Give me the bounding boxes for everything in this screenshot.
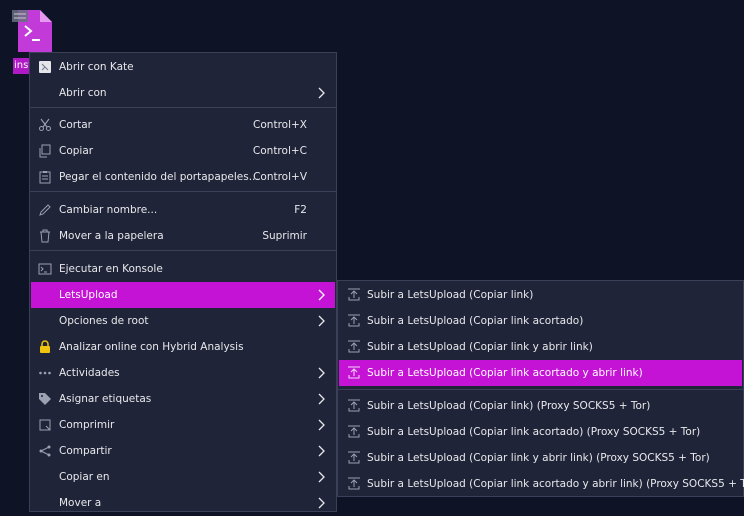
menu-item-open-with-kate[interactable]: Abrir con Kate [31, 54, 335, 80]
context-menu: Abrir con Kate Abrir con Cortar Control+… [29, 52, 337, 512]
chevron-right-icon [318, 419, 325, 431]
tag-icon [37, 391, 53, 407]
kate-icon [37, 59, 53, 75]
chevron-right-icon [318, 87, 325, 99]
menu-item-compress[interactable]: Comprimir [31, 412, 335, 438]
trash-icon [37, 228, 53, 244]
chevron-right-icon [318, 471, 325, 483]
upload-icon [346, 450, 362, 466]
submenu-item-upload-copy-short-link-tor[interactable]: Subir a LetsUpload (Copiar link acortado… [339, 419, 742, 445]
menu-item-paste[interactable]: Pegar el contenido del portapapeles... C… [31, 164, 335, 190]
chevron-right-icon [318, 445, 325, 457]
menu-item-root-options[interactable]: Opciones de root [31, 308, 335, 334]
chevron-right-icon [318, 367, 325, 379]
menu-item-rename[interactable]: Cambiar nombre... F2 [31, 197, 335, 223]
menu-item-move-to-trash[interactable]: Mover a la papelera Suprimir [31, 223, 335, 249]
separator [30, 107, 336, 108]
scissors-icon [37, 117, 53, 133]
menu-item-letsupload[interactable]: LetsUpload [31, 282, 335, 308]
terminal-icon [37, 261, 53, 277]
copy-icon [37, 143, 53, 159]
submenu-item-upload-copy-link[interactable]: Subir a LetsUpload (Copiar link) [339, 282, 742, 308]
menu-item-copy[interactable]: Copiar Control+C [31, 138, 335, 164]
menu-item-cut[interactable]: Cortar Control+X [31, 112, 335, 138]
menu-item-move-to[interactable]: Mover a [31, 490, 335, 516]
chevron-right-icon [318, 315, 325, 327]
upload-icon [346, 398, 362, 414]
menu-item-share[interactable]: Compartir [31, 438, 335, 464]
submenu-item-upload-copy-link-tor[interactable]: Subir a LetsUpload (Copiar link) (Proxy … [339, 393, 742, 419]
share-icon [37, 443, 53, 459]
menu-item-open-with[interactable]: Abrir con [31, 80, 335, 106]
separator [338, 389, 743, 390]
submenu-item-upload-copy-short-open-link[interactable]: Subir a LetsUpload (Copiar link acortado… [339, 360, 742, 386]
upload-icon [346, 476, 362, 492]
compress-icon [37, 417, 53, 433]
upload-icon [346, 287, 362, 303]
menu-item-assign-tags[interactable]: Asignar etiquetas [31, 386, 335, 412]
upload-icon [346, 424, 362, 440]
separator [30, 191, 336, 192]
submenu-item-upload-copy-open-link[interactable]: Subir a LetsUpload (Copiar link y abrir … [339, 334, 742, 360]
chevron-right-icon [318, 289, 325, 301]
menu-item-copy-to[interactable]: Copiar en [31, 464, 335, 490]
chevron-right-icon [318, 393, 325, 405]
menu-item-activities[interactable]: Actividades [31, 360, 335, 386]
separator [30, 250, 336, 251]
submenu-item-upload-copy-short-open-link-tor[interactable]: Subir a LetsUpload (Copiar link acortado… [339, 471, 744, 497]
pencil-icon [37, 202, 53, 218]
submenu-item-upload-copy-short-link[interactable]: Subir a LetsUpload (Copiar link acortado… [339, 308, 742, 334]
lock-icon [37, 339, 53, 355]
menu-item-run-in-konsole[interactable]: Ejecutar en Konsole [31, 256, 335, 282]
submenu-item-upload-copy-open-link-tor[interactable]: Subir a LetsUpload (Copiar link y abrir … [339, 445, 742, 471]
script-file-icon [12, 10, 52, 52]
upload-icon [346, 339, 362, 355]
letsupload-submenu: Subir a LetsUpload (Copiar link) Subir a… [337, 280, 744, 497]
menu-item-hybrid-analysis[interactable]: Analizar online con Hybrid Analysis [31, 334, 335, 360]
upload-icon [346, 365, 362, 381]
paste-icon [37, 169, 53, 185]
upload-icon [346, 313, 362, 329]
dots-icon [37, 365, 53, 381]
chevron-right-icon [318, 497, 325, 509]
